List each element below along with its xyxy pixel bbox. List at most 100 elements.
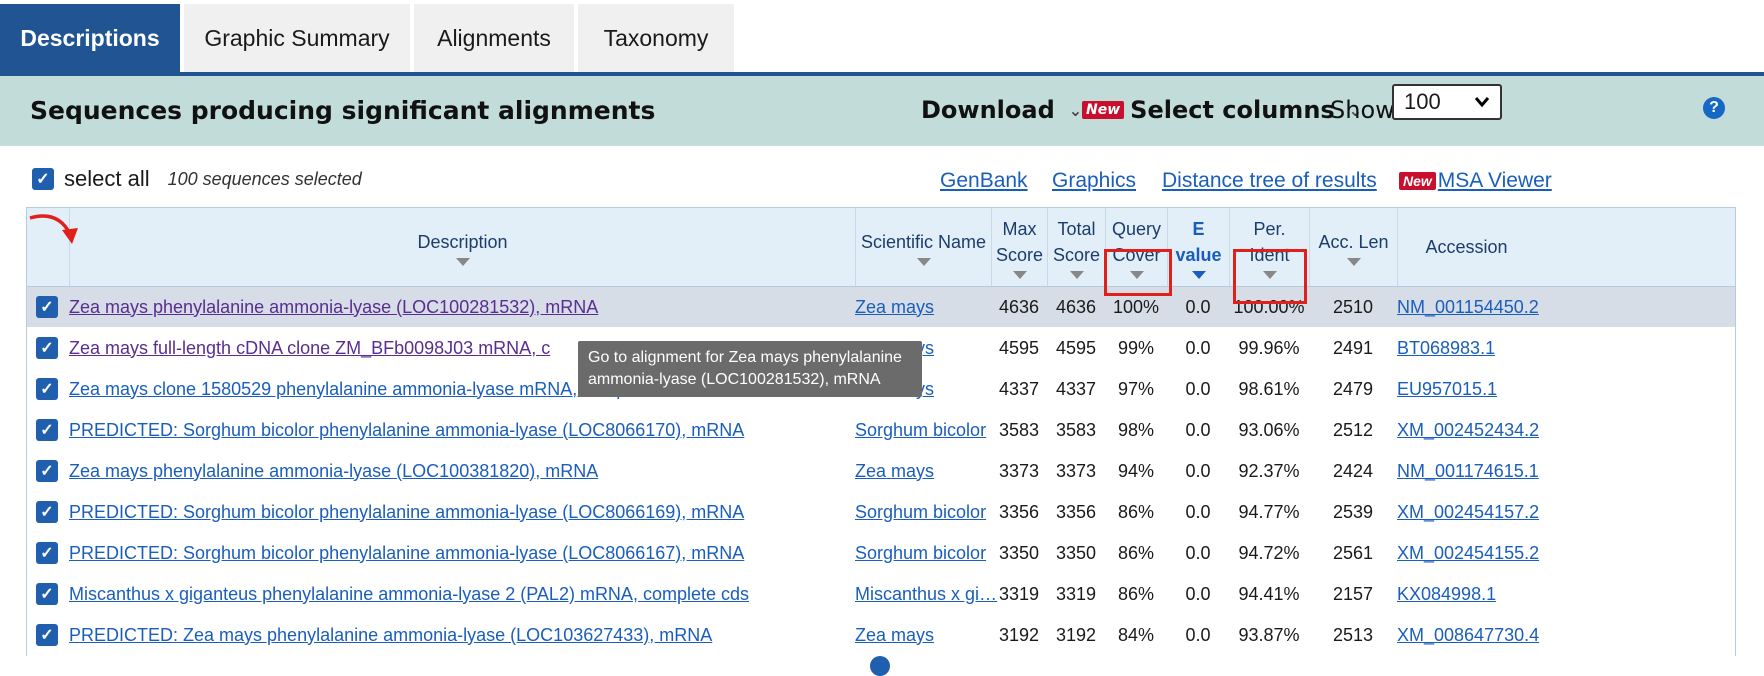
total-score-cell-container: 3192 xyxy=(1047,615,1105,655)
row-checkbox[interactable]: ✓ xyxy=(36,378,58,400)
per-ident-cell-container: 99.96% xyxy=(1229,328,1309,368)
row-checkbox[interactable]: ✓ xyxy=(36,419,58,441)
query-cover-cell: 86% xyxy=(1117,583,1155,604)
scientific-name-link[interactable]: Sorghum bicolor xyxy=(855,543,986,564)
e-value-cell-container: 0.0 xyxy=(1167,451,1229,491)
query-cover-cell-container: 86% xyxy=(1105,533,1167,573)
accession-link[interactable]: NM_001174615.1 xyxy=(1397,461,1539,482)
graphics-link[interactable]: Graphics xyxy=(1052,169,1136,193)
page-title: Sequences producing significant alignmen… xyxy=(30,96,656,125)
column-scientific-name-label: Scientific Name xyxy=(860,231,987,252)
row-checkbox[interactable]: ✓ xyxy=(36,624,58,646)
accession-link[interactable]: EU957015.1 xyxy=(1397,379,1497,400)
scientific-name-link[interactable]: Sorghum bicolor xyxy=(855,420,986,441)
row-select-cell: ✓ xyxy=(36,287,58,327)
download-menu[interactable]: Download ⌄ xyxy=(921,96,1082,124)
description-link[interactable]: Zea mays phenylalanine ammonia-lyase (LO… xyxy=(69,461,598,482)
tab-taxonomy[interactable]: Taxonomy xyxy=(578,4,734,72)
tab-alignments[interactable]: Alignments xyxy=(414,4,574,72)
total-score-cell: 3373 xyxy=(1055,460,1097,481)
column-scientific-name[interactable]: Scientific Name xyxy=(855,208,991,286)
row-checkbox[interactable]: ✓ xyxy=(36,337,58,359)
checkmark-icon: ✓ xyxy=(36,171,50,188)
scientific-name-container: Sorghum bicolor xyxy=(855,533,991,573)
msa-viewer-link[interactable]: New MSA Viewer xyxy=(1399,169,1552,193)
description-link[interactable]: Miscanthus x giganteus phenylalanine amm… xyxy=(69,584,749,605)
scientific-name-link[interactable]: Zea mays xyxy=(855,297,934,318)
description-link[interactable]: PREDICTED: Zea mays phenylalanine ammoni… xyxy=(69,625,712,646)
total-score-cell-container: 3583 xyxy=(1047,410,1105,450)
description-link[interactable]: PREDICTED: Sorghum bicolor phenylalanine… xyxy=(69,543,744,564)
description-link[interactable]: PREDICTED: Sorghum bicolor phenylalanine… xyxy=(69,420,744,441)
e-value-cell: 0.0 xyxy=(1185,419,1211,440)
scientific-name-container: Zea mays xyxy=(855,451,991,491)
row-checkbox[interactable]: ✓ xyxy=(36,460,58,482)
accession-link[interactable]: XM_002452434.2 xyxy=(1397,420,1539,441)
e-value-cell: 0.0 xyxy=(1185,337,1211,358)
per-ident-cell: 94.41% xyxy=(1238,583,1300,604)
accession-link[interactable]: XM_002454157.2 xyxy=(1397,502,1539,523)
scientific-name-link[interactable]: Zea mays xyxy=(855,625,934,646)
row-select-cell: ✓ xyxy=(36,533,58,573)
row-select-cell: ✓ xyxy=(36,369,58,409)
sort-icon xyxy=(1262,270,1277,279)
max-score-cell: 3319 xyxy=(998,583,1040,604)
accession-link[interactable]: XM_002454155.2 xyxy=(1397,543,1539,564)
tab-graphic-summary[interactable]: Graphic Summary xyxy=(184,4,410,72)
accession-link[interactable]: BT068983.1 xyxy=(1397,338,1495,359)
accession-link[interactable]: KX084998.1 xyxy=(1397,584,1496,605)
query-cover-cell: 100% xyxy=(1112,296,1160,317)
scientific-name-link[interactable]: Sorghum bicolor xyxy=(855,502,986,523)
column-per-ident[interactable]: Per. Ident xyxy=(1229,208,1309,286)
column-query-cover[interactable]: Query Cover xyxy=(1105,208,1167,286)
new-badge: New xyxy=(1399,172,1436,190)
accession-link[interactable]: NM_001154450.2 xyxy=(1397,297,1539,318)
help-icon[interactable]: ? xyxy=(1703,97,1725,119)
scientific-name-container: Sorghum bicolor xyxy=(855,410,991,450)
checkmark-icon: ✓ xyxy=(40,381,54,398)
per-ident-cell-container: 93.87% xyxy=(1229,615,1309,655)
description-link[interactable]: PREDICTED: Sorghum bicolor phenylalanine… xyxy=(69,502,744,523)
column-total-score[interactable]: Total Score xyxy=(1047,208,1105,286)
column-description[interactable]: Description xyxy=(69,208,855,286)
max-score-cell-container: 4337 xyxy=(991,369,1047,409)
select-columns-menu[interactable]: New Select columns ⌄ xyxy=(1082,96,1362,124)
max-score-cell-container: 4595 xyxy=(991,328,1047,368)
scientific-name-container: Zea mays xyxy=(855,287,991,327)
row-checkbox[interactable]: ✓ xyxy=(36,542,58,564)
column-e-value[interactable]: E value xyxy=(1167,208,1229,286)
row-select-cell: ✓ xyxy=(36,492,58,532)
acc-len-cell-container: 2479 xyxy=(1309,369,1397,409)
select-all-checkbox[interactable]: ✓ xyxy=(32,168,54,190)
show-count-select[interactable]: 100 xyxy=(1392,84,1502,120)
description-container: PREDICTED: Sorghum bicolor phenylalanine… xyxy=(69,410,855,450)
accession-link[interactable]: XM_008647730.4 xyxy=(1397,625,1539,646)
scroll-indicator[interactable] xyxy=(870,656,890,676)
description-link[interactable]: Zea mays phenylalanine ammonia-lyase (LO… xyxy=(69,297,598,318)
tab-descriptions[interactable]: Descriptions xyxy=(0,4,180,72)
row-checkbox[interactable]: ✓ xyxy=(36,583,58,605)
scientific-name-link[interactable]: Miscanthus x gi… xyxy=(855,584,997,605)
alignment-tooltip: Go to alignment for Zea mays phenylalani… xyxy=(578,341,922,397)
query-cover-cell-container: 99% xyxy=(1105,328,1167,368)
scientific-name-container: Miscanthus x gi… xyxy=(855,574,997,614)
scientific-name-link[interactable]: Zea mays xyxy=(855,461,934,482)
column-acc-len[interactable]: Acc. Len xyxy=(1309,208,1397,286)
select-all-label[interactable]: select all xyxy=(64,166,150,192)
total-score-cell: 3356 xyxy=(1055,501,1097,522)
column-max-score[interactable]: Max Score xyxy=(991,208,1047,286)
description-link[interactable]: Zea mays full-length cDNA clone ZM_BFb00… xyxy=(69,338,550,359)
acc-len-cell-container: 2539 xyxy=(1309,492,1397,532)
column-max-score-label-1: Max xyxy=(1002,218,1037,239)
column-accession[interactable]: Accession xyxy=(1397,208,1535,286)
row-checkbox[interactable]: ✓ xyxy=(36,296,58,318)
sort-icon xyxy=(1012,270,1027,279)
genbank-link[interactable]: GenBank xyxy=(940,169,1028,193)
row-select-cell: ✓ xyxy=(36,410,58,450)
acc-len-cell: 2561 xyxy=(1332,542,1374,563)
row-checkbox[interactable]: ✓ xyxy=(36,501,58,523)
distance-tree-link[interactable]: Distance tree of results xyxy=(1162,169,1377,193)
query-cover-cell: 84% xyxy=(1117,624,1155,645)
max-score-cell-container: 3373 xyxy=(991,451,1047,491)
column-query-cover-label-2: Cover xyxy=(1112,244,1161,265)
